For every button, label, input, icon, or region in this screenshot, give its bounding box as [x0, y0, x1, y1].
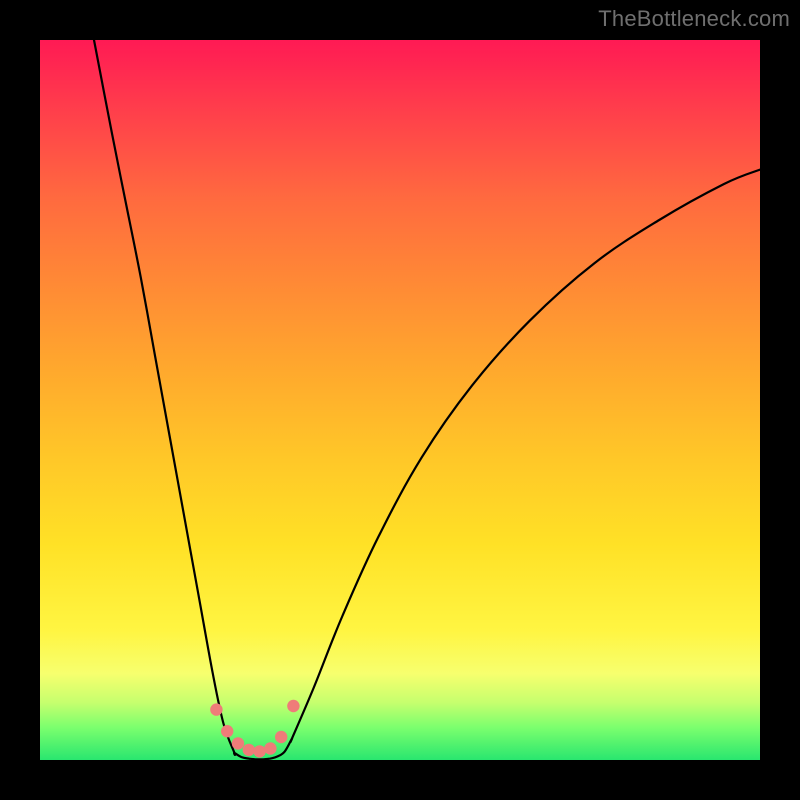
valley-dot [232, 737, 244, 749]
chart-svg [40, 40, 760, 760]
chart-frame: TheBottleneck.com [0, 0, 800, 800]
valley-dot [287, 700, 299, 712]
valley-dot [275, 731, 287, 743]
valley-dot [243, 744, 255, 756]
valley-dot [264, 742, 276, 754]
valley-dot [221, 725, 233, 737]
valley-dot [253, 745, 265, 757]
bottleneck-curve [94, 40, 760, 759]
valley-dot [210, 703, 222, 715]
plot-area [40, 40, 760, 760]
watermark-text: TheBottleneck.com [598, 6, 790, 32]
